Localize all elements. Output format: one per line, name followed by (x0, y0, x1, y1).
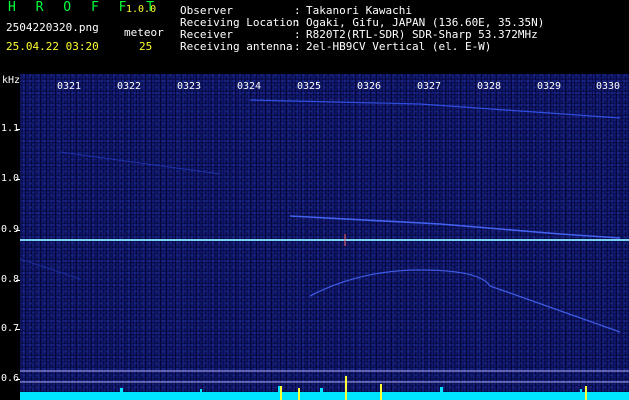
level-meter (20, 386, 629, 400)
x-tick-label: 0326 (357, 81, 382, 92)
x-tick-label: 0323 (177, 81, 202, 92)
y-tick-mark (16, 379, 20, 380)
hrofft-window: H R O F F T 1.0.0 2504220320.png 25.04.2… (0, 0, 629, 400)
x-tick-label: 0324 (237, 81, 262, 92)
antenna-key: Receiving antenna (180, 40, 293, 53)
upper-trace (249, 99, 621, 119)
y-tick-mark (16, 230, 20, 231)
x-tick-label: 0327 (417, 81, 442, 92)
left-faint-trace (20, 258, 81, 280)
spectrogram (20, 74, 629, 400)
app-version: 1.0.0 (126, 4, 157, 15)
y-tick-mark (16, 280, 20, 281)
meteor-label: meteor (124, 26, 164, 39)
antenna-value: 2el-HB9CV Vertical (el. E-W) (306, 40, 492, 53)
curve-trace (309, 269, 621, 333)
antenna-separator: : (294, 40, 301, 53)
y-tick-mark (16, 129, 20, 130)
meteor-count: 25 (139, 40, 153, 53)
x-tick-label: 0329 (537, 81, 562, 92)
spectrogram-overlay (20, 74, 629, 400)
x-tick-label: 0321 (57, 81, 82, 92)
file-name: 2504220320.png (6, 21, 99, 34)
date-time: 25.04.22 03:20 (6, 40, 99, 53)
y-tick-mark (16, 329, 20, 330)
y-tick-mark (16, 179, 20, 180)
x-tick-label: 0328 (477, 81, 502, 92)
y-axis-unit: kHz (2, 75, 21, 86)
x-tick-label: 0322 (117, 81, 142, 92)
mid-trace (289, 215, 621, 239)
x-tick-label: 0330 (596, 81, 621, 92)
upper-left-trace (59, 151, 221, 175)
x-tick-label: 0325 (297, 81, 322, 92)
